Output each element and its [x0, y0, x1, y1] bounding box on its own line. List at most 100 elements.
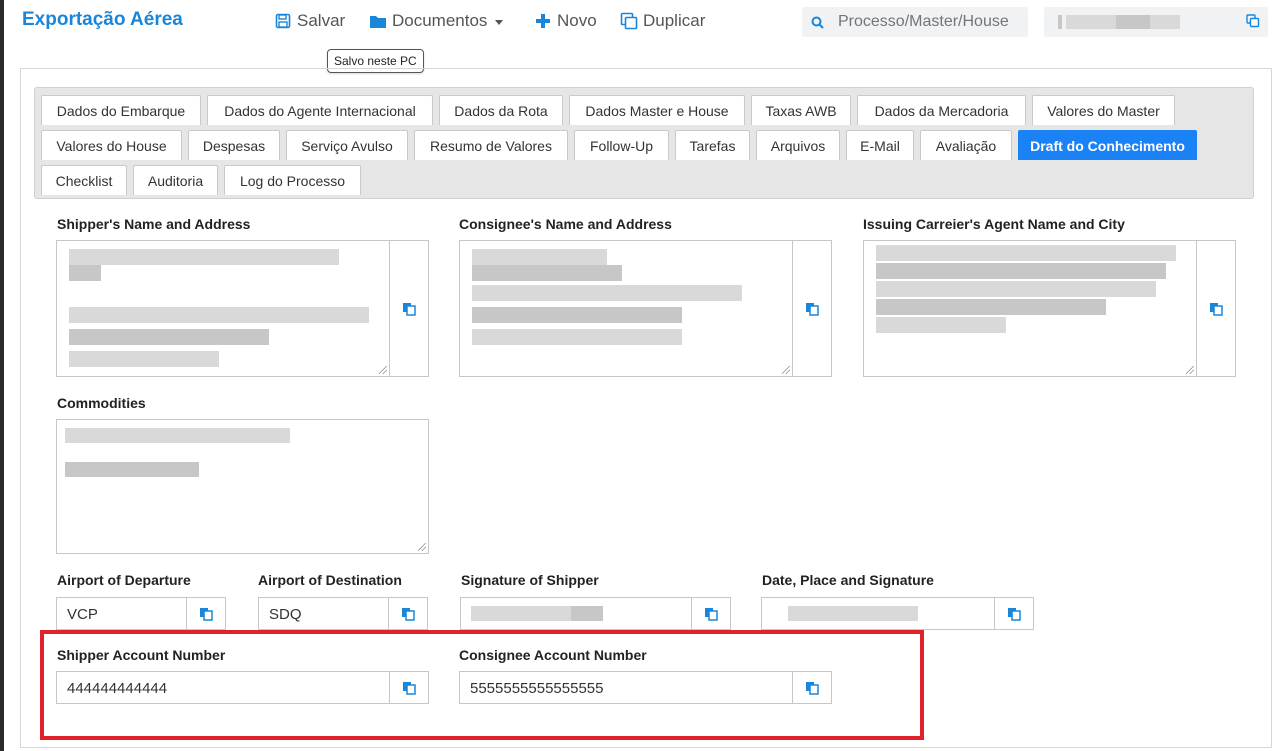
consignee-name-address-label: Consignee's Name and Address	[459, 216, 672, 232]
redacted-text	[472, 265, 622, 281]
redacted-text	[876, 299, 1106, 315]
departure-copy-button[interactable]	[186, 597, 226, 630]
copy-icon	[705, 607, 718, 621]
airport-destination-input[interactable]: SDQ	[258, 597, 389, 630]
redacted-text	[472, 307, 682, 323]
documents-dropdown[interactable]: Documentos	[369, 9, 504, 33]
left-edge-bar	[0, 0, 4, 751]
duplicate-icon	[620, 12, 638, 30]
save-button-label: Salvar	[297, 11, 346, 30]
redacted-text	[571, 606, 603, 621]
tab-auditoria[interactable]: Auditoria	[133, 165, 218, 195]
tab-avaliacao[interactable]: Avaliação	[920, 130, 1012, 160]
redacted-text	[65, 428, 290, 443]
tab-dados-master-e-house[interactable]: Dados Master e House	[569, 95, 745, 125]
airport-departure-input[interactable]: VCP	[56, 597, 187, 630]
shipper-account-value: 444444444444	[67, 680, 168, 697]
copy-icon	[403, 302, 416, 316]
documents-label: Documentos	[392, 11, 488, 30]
copy-icon	[1210, 302, 1223, 316]
tab-log-do-processo[interactable]: Log do Processo	[224, 165, 361, 195]
consignee-account-value: 5555555555555555	[470, 680, 604, 697]
tab-e-mail[interactable]: E-Mail	[846, 130, 914, 160]
redacted-text	[876, 281, 1156, 297]
consignee-account-input[interactable]: 5555555555555555	[459, 671, 793, 704]
tab-resumo-de-valores[interactable]: Resumo de Valores	[414, 130, 568, 160]
redacted-text	[69, 307, 369, 323]
commodities-label: Commodities	[57, 395, 146, 411]
tab-dados-da-rota[interactable]: Dados da Rota	[439, 95, 563, 125]
redacted-text	[1116, 15, 1150, 29]
copy-icon	[403, 681, 416, 695]
copy-icon	[1008, 607, 1021, 621]
resize-grip[interactable]	[379, 366, 387, 374]
tab-despesas[interactable]: Despesas	[188, 130, 280, 160]
signature-shipper-input[interactable]	[460, 597, 692, 630]
date-place-copy-button[interactable]	[994, 597, 1034, 630]
redacted-text	[471, 606, 571, 621]
tab-valores-do-master[interactable]: Valores do Master	[1032, 95, 1175, 125]
redacted-text	[876, 245, 1176, 261]
redacted-text	[788, 606, 918, 621]
copy-icon	[200, 607, 213, 621]
app-title: Exportação Aérea	[22, 9, 183, 30]
process-search[interactable]	[802, 7, 1028, 37]
tab-dados-do-agente-internacional[interactable]: Dados do Agente Internacional	[207, 95, 433, 125]
shipper-account-label: Shipper Account Number	[57, 647, 226, 663]
tab-checklist[interactable]: Checklist	[41, 165, 127, 195]
tab-servico-avulso[interactable]: Serviço Avulso	[286, 130, 408, 160]
floppy-disk-icon	[274, 12, 292, 30]
redacted-text	[69, 351, 219, 367]
shipper-name-address-label: Shipper's Name and Address	[57, 216, 251, 232]
airport-destination-label: Airport of Destination	[258, 572, 402, 588]
chevron-down-icon	[495, 19, 504, 25]
tab-draft-do-conhecimento[interactable]: Draft do Conhecimento	[1018, 130, 1197, 160]
redacted-text	[1150, 15, 1180, 29]
shipper-account-copy-button[interactable]	[389, 671, 429, 704]
airport-destination-value: SDQ	[269, 606, 302, 623]
issuing-agent-label: Issuing Carreier's Agent Name and City	[863, 216, 1125, 232]
tab-dados-do-embarque[interactable]: Dados do Embarque	[41, 95, 201, 125]
copy-icon	[806, 681, 819, 695]
tab-taxas-awb[interactable]: Taxas AWB	[751, 95, 851, 125]
issuing-agent-textarea[interactable]	[863, 240, 1197, 377]
redacted-text	[69, 265, 101, 281]
redacted-text	[472, 285, 742, 301]
shipper-name-address-textarea[interactable]	[56, 240, 390, 377]
destination-copy-button[interactable]	[388, 597, 428, 630]
redacted-text	[472, 249, 607, 265]
resize-grip[interactable]	[418, 543, 426, 551]
issuing-agent-copy-button[interactable]	[1196, 240, 1236, 377]
save-button[interactable]: Salvar	[274, 9, 345, 33]
tab-dados-da-mercadoria[interactable]: Dados da Mercadoria	[857, 95, 1026, 125]
search-input[interactable]	[832, 13, 1012, 31]
shipper-copy-button[interactable]	[389, 240, 429, 377]
new-button[interactable]: Novo	[534, 9, 597, 33]
tab-follow-up[interactable]: Follow-Up	[574, 130, 669, 160]
date-place-signature-input[interactable]	[761, 597, 995, 630]
search-icon	[802, 16, 832, 29]
signature-shipper-label: Signature of Shipper	[461, 572, 599, 588]
top-toolbar: Exportação Aérea Salvar Documentos Novo …	[4, 0, 1275, 44]
duplicate-button[interactable]: Duplicar	[620, 9, 705, 33]
plus-icon	[534, 12, 552, 30]
airport-departure-value: VCP	[67, 606, 98, 623]
commodities-textarea[interactable]	[56, 419, 429, 554]
airport-departure-label: Airport of Departure	[57, 572, 191, 588]
tab-valores-do-house[interactable]: Valores do House	[41, 130, 182, 160]
user-selector[interactable]	[1044, 7, 1268, 37]
shipper-account-input[interactable]: 444444444444	[56, 671, 390, 704]
tab-arquivos[interactable]: Arquivos	[756, 130, 840, 160]
consignee-account-copy-button[interactable]	[792, 671, 832, 704]
copy-icon[interactable]	[1246, 14, 1260, 31]
redacted-text	[1066, 15, 1116, 29]
resize-grip[interactable]	[782, 366, 790, 374]
consignee-copy-button[interactable]	[792, 240, 832, 377]
duplicate-button-label: Duplicar	[643, 11, 706, 30]
signature-shipper-copy-button[interactable]	[691, 597, 731, 630]
redacted-text	[69, 329, 269, 345]
tab-tarefas[interactable]: Tarefas	[675, 130, 750, 160]
resize-grip[interactable]	[1186, 366, 1194, 374]
consignee-name-address-textarea[interactable]	[459, 240, 793, 377]
redacted-text	[876, 263, 1166, 279]
